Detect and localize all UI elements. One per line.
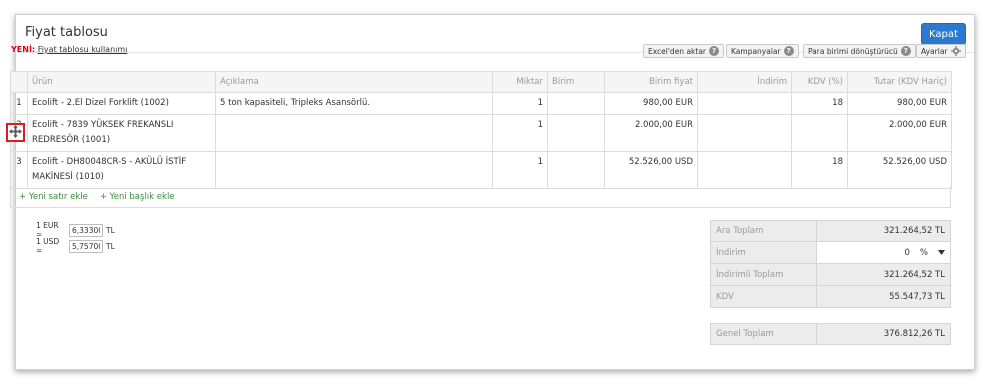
description-cell[interactable]	[215, 114, 493, 152]
discount-label: İndirim	[711, 242, 817, 263]
usd-rate-input[interactable]	[69, 239, 103, 253]
rate-label: 1 USD =	[36, 237, 60, 255]
unit-cell[interactable]	[547, 92, 605, 115]
add-row-bar: + Yeni satır ekle + Yeni başlık ekle	[10, 186, 951, 208]
discount-cell[interactable]	[697, 151, 792, 189]
col-quantity: Miktar	[492, 71, 548, 93]
campaigns-button[interactable]: Kampanyalar ?	[726, 44, 799, 58]
add-row-link[interactable]: + Yeni satır ekle	[19, 192, 88, 202]
row-number: 1	[10, 92, 28, 115]
settings-label: Ayarlar	[921, 46, 948, 56]
help-icon: ?	[709, 46, 720, 56]
col-product: Ürün	[27, 71, 216, 93]
col-index	[10, 71, 28, 93]
table-row[interactable]: 1 Ecolift - 2.El Dizel Forklift (1002) 5…	[10, 92, 952, 115]
rate-currency: TL	[106, 225, 115, 235]
totals-panel: Ara Toplam 321.264,52 TL İndirim 0 % İnd…	[710, 220, 951, 308]
close-button[interactable]: Kapat	[921, 23, 966, 45]
vat-value: 55.547,73 TL	[817, 286, 950, 307]
usage-link[interactable]: Fiyat tablosu kullanımı	[38, 45, 128, 54]
col-unit-price: Birim fiyat	[604, 71, 698, 93]
discount-row: İndirim 0 %	[710, 242, 951, 264]
excel-import-button[interactable]: Excel'den aktar ?	[643, 44, 725, 58]
total-cell: 2.000,00 EUR	[847, 114, 952, 152]
currency-converter-button[interactable]: Para birimi dönüştürücü ?	[803, 44, 916, 58]
help-icon: ?	[783, 46, 794, 56]
product-cell[interactable]: Ecolift - 7839 YÜKSEK FREKANSLI REDRESÖR…	[27, 114, 216, 152]
table-row[interactable]: 3 Ecolift - DH80048CR-S - AKÜLÜ İSTİF MA…	[10, 151, 952, 189]
settings-button[interactable]: Ayarlar	[916, 44, 966, 58]
discounted-total-label: İndirimli Toplam	[711, 264, 817, 285]
col-total: Tutar (KDV Hariç)	[847, 71, 952, 93]
rate-currency: TL	[106, 241, 115, 251]
col-vat: KDV (%)	[791, 71, 848, 93]
description-cell[interactable]: 5 ton kapasiteli, Tripleks Asansörlü.	[215, 92, 493, 115]
discount-value[interactable]: 0	[905, 248, 910, 258]
discount-field[interactable]: 0 %	[817, 242, 950, 263]
unit-price-cell[interactable]: 52.526,00 USD	[604, 151, 698, 189]
exchange-rates: 1 EUR = TL 1 USD = TL	[36, 221, 115, 255]
discount-cell[interactable]	[697, 92, 792, 115]
new-badge: YENİ:	[11, 45, 36, 54]
grand-total-panel: Genel Toplam 376.812,26 TL	[710, 323, 951, 345]
dialog-title: Fiyat tablosu	[25, 25, 108, 40]
excel-import-label: Excel'den aktar	[648, 46, 707, 56]
grand-total-row: Genel Toplam 376.812,26 TL	[710, 323, 951, 345]
grand-total-label: Genel Toplam	[711, 324, 817, 344]
subtotal-row: Ara Toplam 321.264,52 TL	[710, 220, 951, 242]
quantity-cell[interactable]: 1	[492, 92, 548, 115]
quantity-cell[interactable]: 1	[492, 114, 548, 152]
discount-unit: %	[919, 247, 928, 258]
description-cell[interactable]	[215, 151, 493, 189]
unit-cell[interactable]	[547, 151, 605, 189]
vat-row: KDV 55.547,73 TL	[710, 286, 951, 308]
col-unit: Birim	[547, 71, 605, 93]
unit-price-cell[interactable]: 2.000,00 EUR	[604, 114, 698, 152]
discounted-total-value: 321.264,52 TL	[817, 264, 950, 285]
rate-usd: 1 USD = TL	[36, 237, 115, 255]
currency-converter-label: Para birimi dönüştürücü	[808, 46, 898, 56]
discounted-total-row: İndirimli Toplam 321.264,52 TL	[710, 264, 951, 286]
total-cell: 52.526,00 USD	[847, 151, 952, 189]
vat-label: KDV	[711, 286, 817, 307]
row-drag-handle[interactable]	[6, 123, 25, 142]
vat-cell[interactable]	[791, 114, 848, 152]
subtotal-label: Ara Toplam	[711, 221, 817, 241]
help-icon: ?	[900, 46, 911, 56]
table-row[interactable]: 2 Ecolift - 7839 YÜKSEK FREKANSLI REDRES…	[10, 114, 952, 152]
vat-cell[interactable]: 18	[791, 92, 848, 115]
col-description: Açıklama	[215, 71, 493, 93]
items-table: Ürün Açıklama Miktar Birim Birim fiyat İ…	[10, 71, 952, 189]
table-header-row: Ürün Açıklama Miktar Birim Birim fiyat İ…	[10, 71, 952, 93]
subtotal-value: 321.264,52 TL	[817, 221, 950, 241]
rate-eur: 1 EUR = TL	[36, 221, 115, 239]
col-discount: İndirim	[697, 71, 792, 93]
product-cell[interactable]: Ecolift - 2.El Dizel Forklift (1002)	[27, 92, 216, 115]
add-header-link[interactable]: + Yeni başlık ekle	[100, 192, 175, 202]
quantity-cell[interactable]: 1	[492, 151, 548, 189]
usage-hint: YENİ: Fiyat tablosu kullanımı	[11, 45, 127, 54]
unit-cell[interactable]	[547, 114, 605, 152]
chevron-down-icon[interactable]	[938, 248, 945, 258]
gear-icon	[950, 46, 961, 56]
total-cell: 980,00 EUR	[847, 92, 952, 115]
eur-rate-input[interactable]	[69, 223, 103, 237]
move-icon	[9, 124, 22, 141]
unit-price-cell[interactable]: 980,00 EUR	[604, 92, 698, 115]
vat-cell[interactable]: 18	[791, 151, 848, 189]
discount-cell[interactable]	[697, 114, 792, 152]
grand-total-value: 376.812,26 TL	[817, 324, 950, 344]
row-number: 3	[10, 151, 28, 189]
campaigns-label: Kampanyalar	[731, 46, 781, 56]
product-cell[interactable]: Ecolift - DH80048CR-S - AKÜLÜ İSTİF MAKİ…	[27, 151, 216, 189]
